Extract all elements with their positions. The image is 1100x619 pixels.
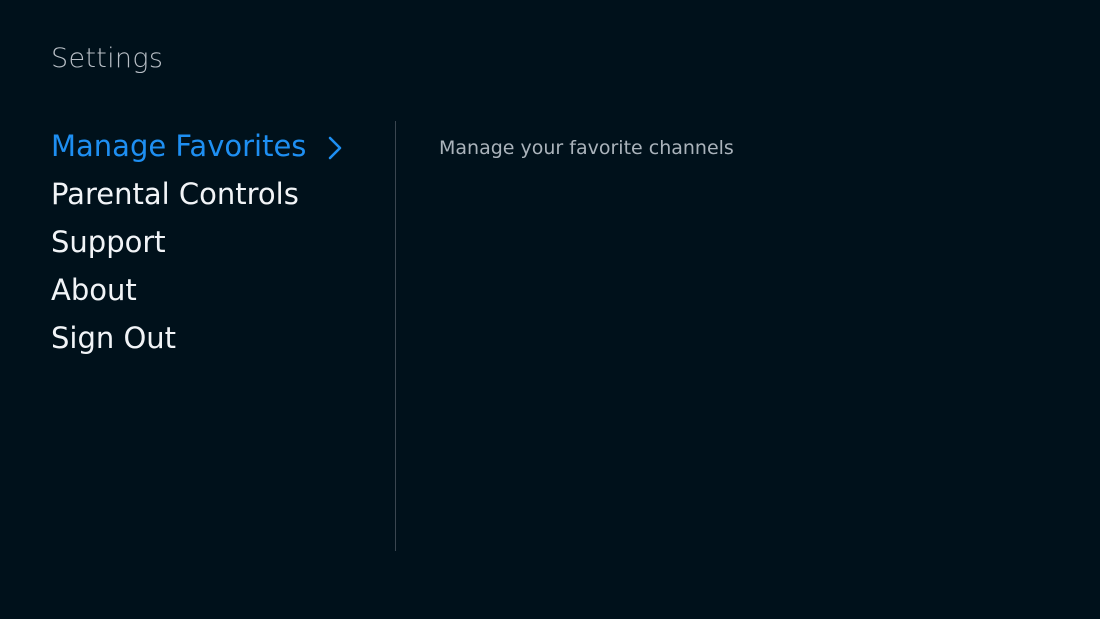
- menu-item-label: Parental Controls: [51, 177, 299, 211]
- menu-item-label: Support: [51, 225, 166, 259]
- menu-item-label: Sign Out: [51, 321, 177, 355]
- page-title: Settings: [51, 43, 164, 74]
- menu-item-about[interactable]: About: [51, 268, 306, 316]
- chevron-right-icon: [328, 136, 342, 160]
- settings-menu: Manage Favorites Parental Controls Suppo…: [51, 124, 342, 364]
- menu-item-sign-out[interactable]: Sign Out: [51, 316, 306, 364]
- menu-item-support[interactable]: Support: [51, 220, 306, 268]
- menu-item-manage-favorites[interactable]: Manage Favorites: [51, 124, 342, 172]
- menu-item-label: About: [51, 273, 137, 307]
- menu-item-label: Manage Favorites: [51, 129, 307, 163]
- menu-item-parental-controls[interactable]: Parental Controls: [51, 172, 306, 220]
- panel-divider: [395, 121, 396, 551]
- detail-description: Manage your favorite channels: [439, 137, 734, 159]
